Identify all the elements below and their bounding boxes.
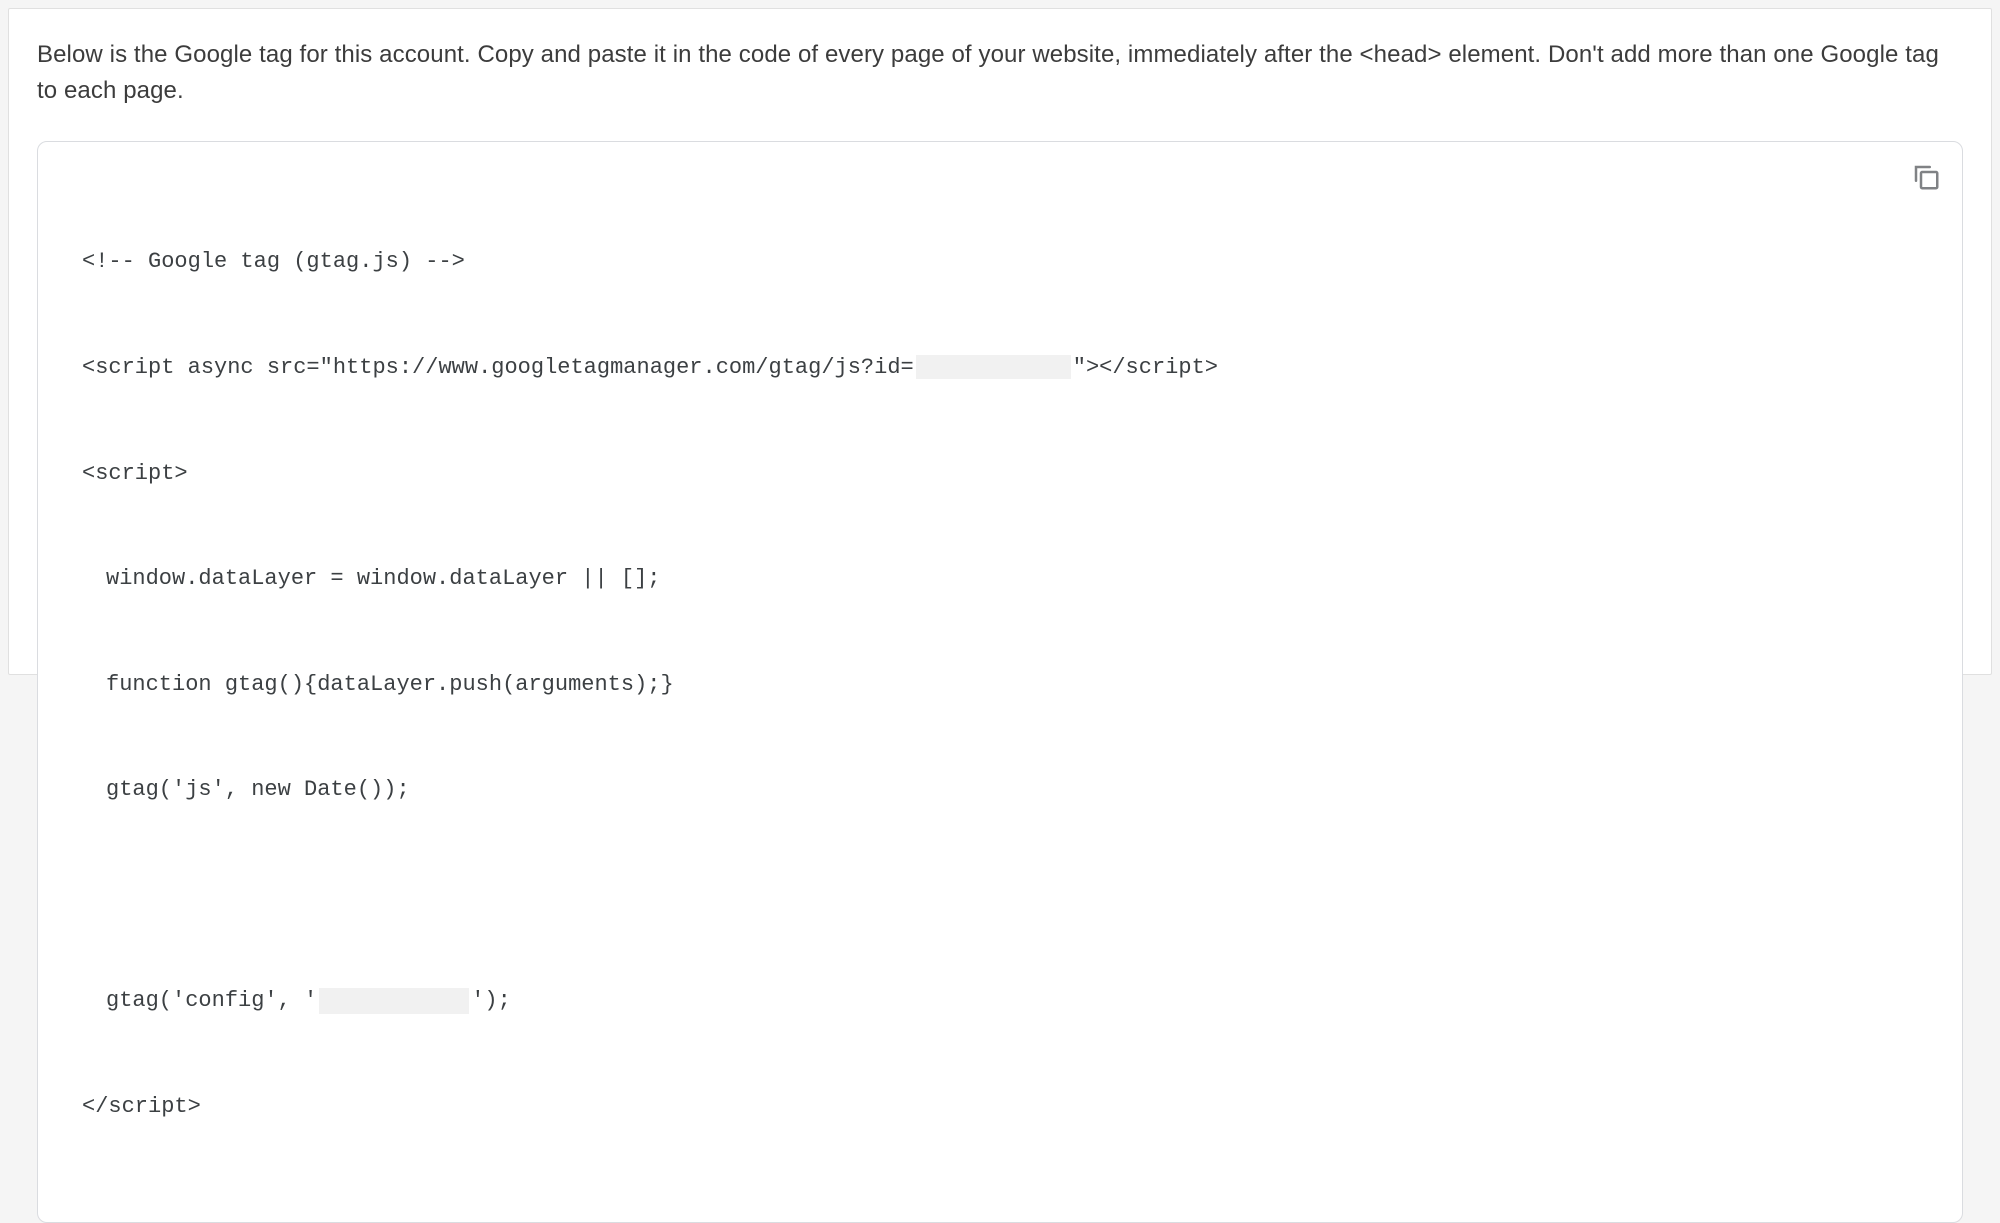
code-line-blank <box>82 878 1918 913</box>
code-line: <!-- Google tag (gtag.js) --> <box>82 244 1918 279</box>
code-line: gtag('js', new Date()); <box>82 772 1918 807</box>
copy-button[interactable] <box>1908 160 1944 196</box>
redacted-id <box>319 988 469 1014</box>
code-line: function gtag(){dataLayer.push(arguments… <box>82 667 1918 702</box>
tag-instructions-panel: Below is the Google tag for this account… <box>8 8 1992 675</box>
code-line: window.dataLayer = window.dataLayer || [… <box>82 561 1918 596</box>
instructions-text: Below is the Google tag for this account… <box>37 37 1963 109</box>
code-line: <script> <box>82 456 1918 491</box>
code-line: gtag('config', ''); <box>82 983 1918 1018</box>
code-snippet-box: <!-- Google tag (gtag.js) --> <script as… <box>37 141 1963 1223</box>
code-line: <script async src="https://www.googletag… <box>82 350 1918 385</box>
redacted-id <box>916 355 1071 379</box>
code-content: <!-- Google tag (gtag.js) --> <script as… <box>82 174 1918 1194</box>
code-line: </script> <box>82 1089 1918 1124</box>
copy-icon <box>1911 162 1941 195</box>
